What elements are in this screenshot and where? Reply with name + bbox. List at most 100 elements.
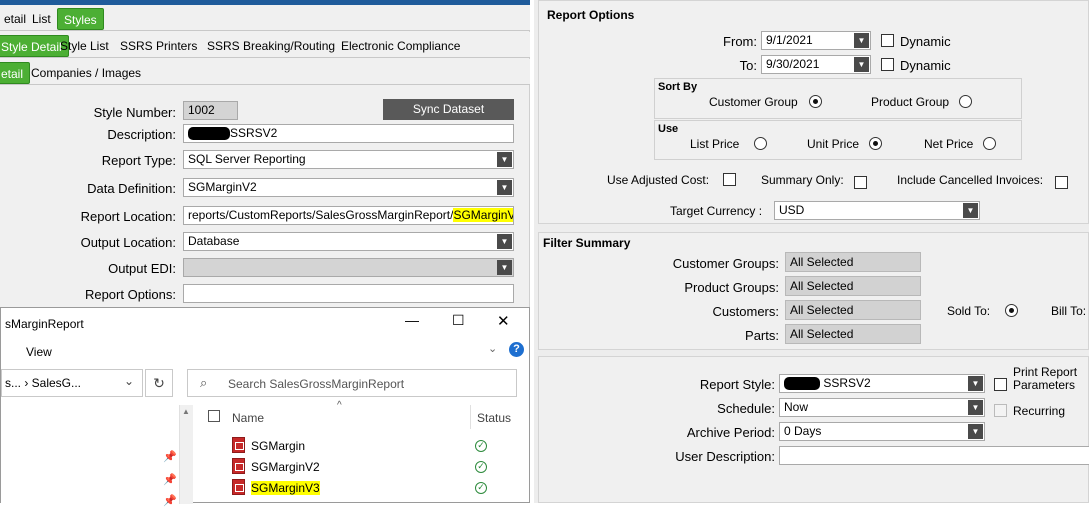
from-date-field[interactable]: 9/1/2021 ▼	[761, 31, 871, 50]
to-date-field[interactable]: 9/30/2021 ▼	[761, 55, 871, 74]
tab-list[interactable]: List	[26, 8, 57, 30]
schedule-label: Schedule:	[717, 401, 775, 416]
output-edi-select[interactable]: ▼	[183, 258, 514, 277]
style-detail-panel: etail List Styles Style Detail Style Lis…	[0, 0, 530, 310]
data-definition-select[interactable]: SGMarginV2 ▼	[183, 178, 514, 197]
chevron-down-icon[interactable]: ▼	[963, 203, 978, 218]
tab-row-1: etail List Styles	[0, 5, 530, 31]
chevron-down-icon[interactable]: ⌄	[124, 374, 134, 388]
to-date-value: 9/30/2021	[766, 57, 820, 71]
customer-groups-label: Customer Groups:	[672, 256, 779, 271]
report-location-label: Report Location:	[80, 209, 176, 224]
sold-to-radio[interactable]	[1005, 304, 1018, 317]
tab-ssrs-printers[interactable]: SSRS Printers	[114, 35, 203, 57]
tab-ssrs-breaking-routing[interactable]: SSRS Breaking/Routing	[201, 35, 341, 57]
maximize-button[interactable]: ☐	[452, 312, 465, 329]
pin-icon[interactable]: 📌	[163, 450, 177, 463]
print-report-parameters-checkbox[interactable]	[994, 378, 1007, 391]
chevron-down-icon[interactable]: ▼	[968, 376, 983, 391]
customers-field[interactable]: All Selected	[785, 300, 921, 320]
sync-dataset-button[interactable]: Sync Dataset	[383, 99, 514, 120]
view-menu[interactable]: View	[26, 345, 52, 359]
report-location-field[interactable]: reports/CustomReports/SalesGrossMarginRe…	[183, 206, 514, 225]
summary-only-checkbox[interactable]	[854, 176, 867, 189]
scrollbar[interactable]: ▲	[179, 405, 193, 504]
calendar-dropdown-icon[interactable]: ▼	[854, 57, 869, 72]
from-label: From:	[723, 34, 757, 49]
report-style-label: Report Style:	[699, 377, 775, 392]
chevron-down-icon[interactable]: ▼	[968, 400, 983, 415]
description-field[interactable]: SSRSV2	[183, 124, 514, 143]
product-groups-field[interactable]: All Selected	[785, 276, 921, 296]
recurring-checkbox[interactable]	[994, 404, 1007, 417]
tab-style-list[interactable]: Style List	[54, 35, 115, 57]
scroll-up-icon[interactable]: ▲	[182, 407, 190, 416]
output-location-select[interactable]: Database ▼	[183, 232, 514, 251]
search-box[interactable]: ⌕ Search SalesGrossMarginReport	[187, 369, 517, 397]
archive-period-select[interactable]: 0 Days ▼	[779, 422, 985, 441]
use-title: Use	[658, 123, 679, 135]
net-price-radio[interactable]	[983, 137, 996, 150]
report-options-panel: Report Options From: 9/1/2021 ▼ Dynamic …	[534, 0, 1089, 503]
include-cancelled-label: Include Cancelled Invoices:	[897, 173, 1044, 187]
explorer-title: sMarginReport	[5, 317, 84, 331]
report-options-field[interactable]	[183, 284, 514, 303]
report-type-select[interactable]: SQL Server Reporting ▼	[183, 150, 514, 169]
tab-companies-images[interactable]: Companies / Images	[25, 62, 147, 84]
pin-icon[interactable]: 📌	[163, 494, 177, 507]
sort-customer-group-label: Customer Group	[709, 95, 798, 109]
redaction-mark	[784, 377, 820, 391]
report-options-title: Report Options	[547, 8, 635, 22]
list-price-radio[interactable]	[754, 137, 767, 150]
column-status[interactable]: Status	[477, 411, 511, 425]
list-item[interactable]: SGMargin ✓	[201, 436, 511, 456]
close-button[interactable]: ✕	[497, 312, 510, 330]
sort-product-group-radio[interactable]	[959, 95, 972, 108]
report-style-select[interactable]: SSRSV2 ▼	[779, 374, 985, 393]
chevron-down-icon[interactable]: ⌄	[488, 342, 497, 355]
to-dynamic-label: Dynamic	[900, 58, 951, 73]
from-dynamic-checkbox[interactable]	[881, 34, 894, 47]
list-item[interactable]: SGMarginV2 ✓	[201, 457, 511, 477]
list-item[interactable]: SGMarginV3 ✓	[201, 478, 511, 498]
schedule-select[interactable]: Now ▼	[779, 398, 985, 417]
tab-electronic-compliance[interactable]: Electronic Compliance	[335, 35, 466, 57]
address-bar[interactable]: s... › SalesG... ⌄	[1, 369, 143, 397]
chevron-down-icon[interactable]: ▼	[497, 180, 512, 195]
calendar-dropdown-icon[interactable]: ▼	[854, 33, 869, 48]
column-name[interactable]: Name	[232, 411, 264, 425]
sync-ok-icon: ✓	[475, 461, 487, 473]
pdf-file-icon	[232, 458, 245, 474]
tab-styles[interactable]: Styles	[57, 8, 104, 30]
to-dynamic-checkbox[interactable]	[881, 58, 894, 71]
submission-section: Report Style: SSRSV2 ▼ Print Report Para…	[538, 356, 1089, 503]
parts-field[interactable]: All Selected	[785, 324, 921, 344]
target-currency-select[interactable]: USD ▼	[774, 201, 980, 220]
user-description-field[interactable]	[779, 446, 1089, 465]
chevron-down-icon[interactable]: ▼	[497, 152, 512, 167]
refresh-icon[interactable]: ↻	[145, 369, 173, 397]
tab-row-2: Style Detail Style List SSRS Printers SS…	[0, 32, 530, 58]
output-location-label: Output Location:	[80, 235, 176, 250]
from-date-value: 9/1/2021	[766, 33, 813, 47]
use-adjusted-cost-checkbox[interactable]	[723, 173, 736, 186]
help-icon[interactable]: ?	[509, 342, 524, 357]
pin-icon[interactable]: 📌	[163, 473, 177, 486]
customers-label: Customers:	[712, 304, 779, 319]
customer-groups-field[interactable]: All Selected	[785, 252, 921, 272]
parts-label: Parts:	[745, 328, 779, 343]
sort-customer-group-radio[interactable]	[809, 95, 822, 108]
data-definition-label: Data Definition:	[87, 181, 176, 196]
include-cancelled-checkbox[interactable]	[1055, 176, 1068, 189]
chevron-down-icon[interactable]: ▼	[497, 260, 512, 275]
to-label: To:	[739, 58, 757, 73]
report-location-prefix: reports/CustomReports/SalesGrossMarginRe…	[188, 208, 454, 222]
minimize-button[interactable]: —	[405, 312, 419, 328]
product-groups-label: Product Groups:	[684, 280, 779, 295]
chevron-down-icon[interactable]: ▼	[497, 234, 512, 249]
pdf-file-icon	[232, 437, 245, 453]
select-all-checkbox[interactable]	[208, 410, 220, 422]
unit-price-radio[interactable]	[869, 137, 882, 150]
chevron-down-icon[interactable]: ▼	[968, 424, 983, 439]
archive-period-label: Archive Period:	[686, 425, 775, 440]
